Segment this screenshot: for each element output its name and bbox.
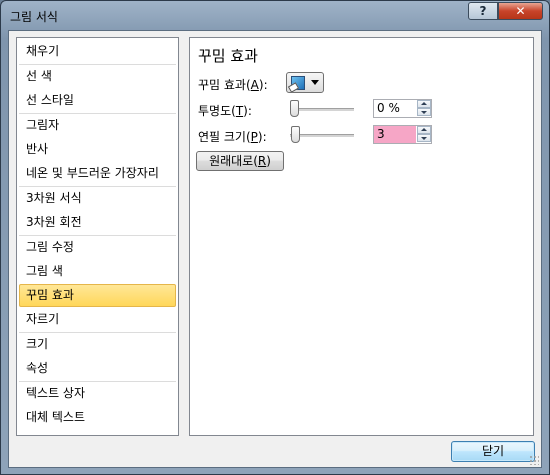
access-key: R [257, 154, 267, 168]
category-item-artistic-effects[interactable]: 꾸밈 효과 [19, 284, 176, 307]
category-item-3d-rotation[interactable]: 3차원 회전 [19, 211, 176, 234]
spin-up-icon[interactable] [417, 126, 431, 134]
pencil-size-label: 연필 크기(P): [198, 128, 267, 145]
label-text: ): [258, 78, 268, 92]
label-text: 투명도( [198, 104, 236, 118]
transparency-label: 투명도(T): [198, 102, 252, 119]
pencil-size-value[interactable]: 3 [374, 126, 416, 143]
window-title: 그림 서식 [10, 10, 58, 24]
category-item-3d-format[interactable]: 3차원 서식 [19, 187, 176, 210]
category-item-glow-soft-edges[interactable]: 네온 및 부드러운 가장자리 [19, 162, 176, 185]
label-text: 연필 크기( [198, 130, 251, 144]
panel-title: 꾸밈 효과 [198, 47, 258, 65]
category-list: 채우기 선 색 선 스타일 그림자 반사 네온 및 부드러운 가장자리 3차원 … [16, 37, 179, 436]
chevron-down-icon [311, 80, 319, 85]
resize-grip-icon[interactable] [529, 455, 539, 465]
category-item-fill[interactable]: 채우기 [19, 40, 176, 63]
pencil-size-spinner[interactable]: 3 [373, 125, 432, 144]
spin-down-icon[interactable] [417, 108, 431, 116]
category-item-properties[interactable]: 속성 [19, 357, 176, 380]
help-icon: ? [479, 4, 487, 18]
dialog-window: 그림 서식 ? ✕ 채우기 선 색 선 스타일 그림자 반사 네온 및 부드러운… [0, 0, 550, 475]
category-item-reflection[interactable]: 반사 [19, 138, 176, 161]
label-text: 원래대로( [209, 154, 258, 168]
pencil-size-slider-thumb[interactable] [291, 126, 301, 143]
category-item-alt-text[interactable]: 대체 텍스트 [19, 406, 176, 429]
settings-panel: 꾸밈 효과 꾸밈 효과(A): 투명도(T): 0 % 연필 크기(P): 3 [189, 37, 534, 436]
access-key: P [250, 130, 258, 144]
category-item-line-color[interactable]: 선 색 [19, 65, 176, 88]
category-item-line-style[interactable]: 선 스타일 [19, 89, 176, 112]
category-item-picture-color[interactable]: 그림 색 [19, 260, 176, 283]
category-item-size[interactable]: 크기 [19, 333, 176, 356]
spin-down-icon[interactable] [417, 134, 431, 142]
label-text: ): [243, 104, 252, 118]
artistic-effect-dropdown[interactable] [286, 72, 324, 93]
category-item-text-box[interactable]: 텍스트 상자 [19, 382, 176, 405]
close-icon: ✕ [515, 4, 526, 18]
transparency-value[interactable]: 0 % [374, 100, 416, 117]
artistic-effect-thumbnail-icon [291, 76, 305, 90]
label-text: ) [266, 154, 271, 168]
help-button[interactable]: ? [468, 2, 498, 20]
category-item-crop[interactable]: 자르기 [19, 308, 176, 331]
artistic-effect-label: 꾸밈 효과(A): [198, 76, 268, 93]
transparency-slider-track[interactable] [290, 108, 354, 111]
category-item-shadow[interactable]: 그림자 [19, 114, 176, 137]
spin-up-icon[interactable] [417, 100, 431, 108]
close-button[interactable]: 닫기 [451, 441, 535, 462]
reset-button[interactable]: 원래대로(R) [196, 151, 284, 171]
title-bar[interactable]: 그림 서식 ? ✕ [1, 1, 549, 29]
label-text: ): [257, 130, 267, 144]
access-key: A [250, 78, 259, 92]
dialog-client-area: 채우기 선 색 선 스타일 그림자 반사 네온 및 부드러운 가장자리 3차원 … [8, 30, 542, 468]
window-close-button[interactable]: ✕ [498, 2, 543, 20]
category-item-picture-corrections[interactable]: 그림 수정 [19, 236, 176, 259]
label-text: 꾸밈 효과( [198, 78, 251, 92]
transparency-spinner[interactable]: 0 % [373, 99, 432, 118]
transparency-slider-thumb[interactable] [290, 100, 299, 117]
